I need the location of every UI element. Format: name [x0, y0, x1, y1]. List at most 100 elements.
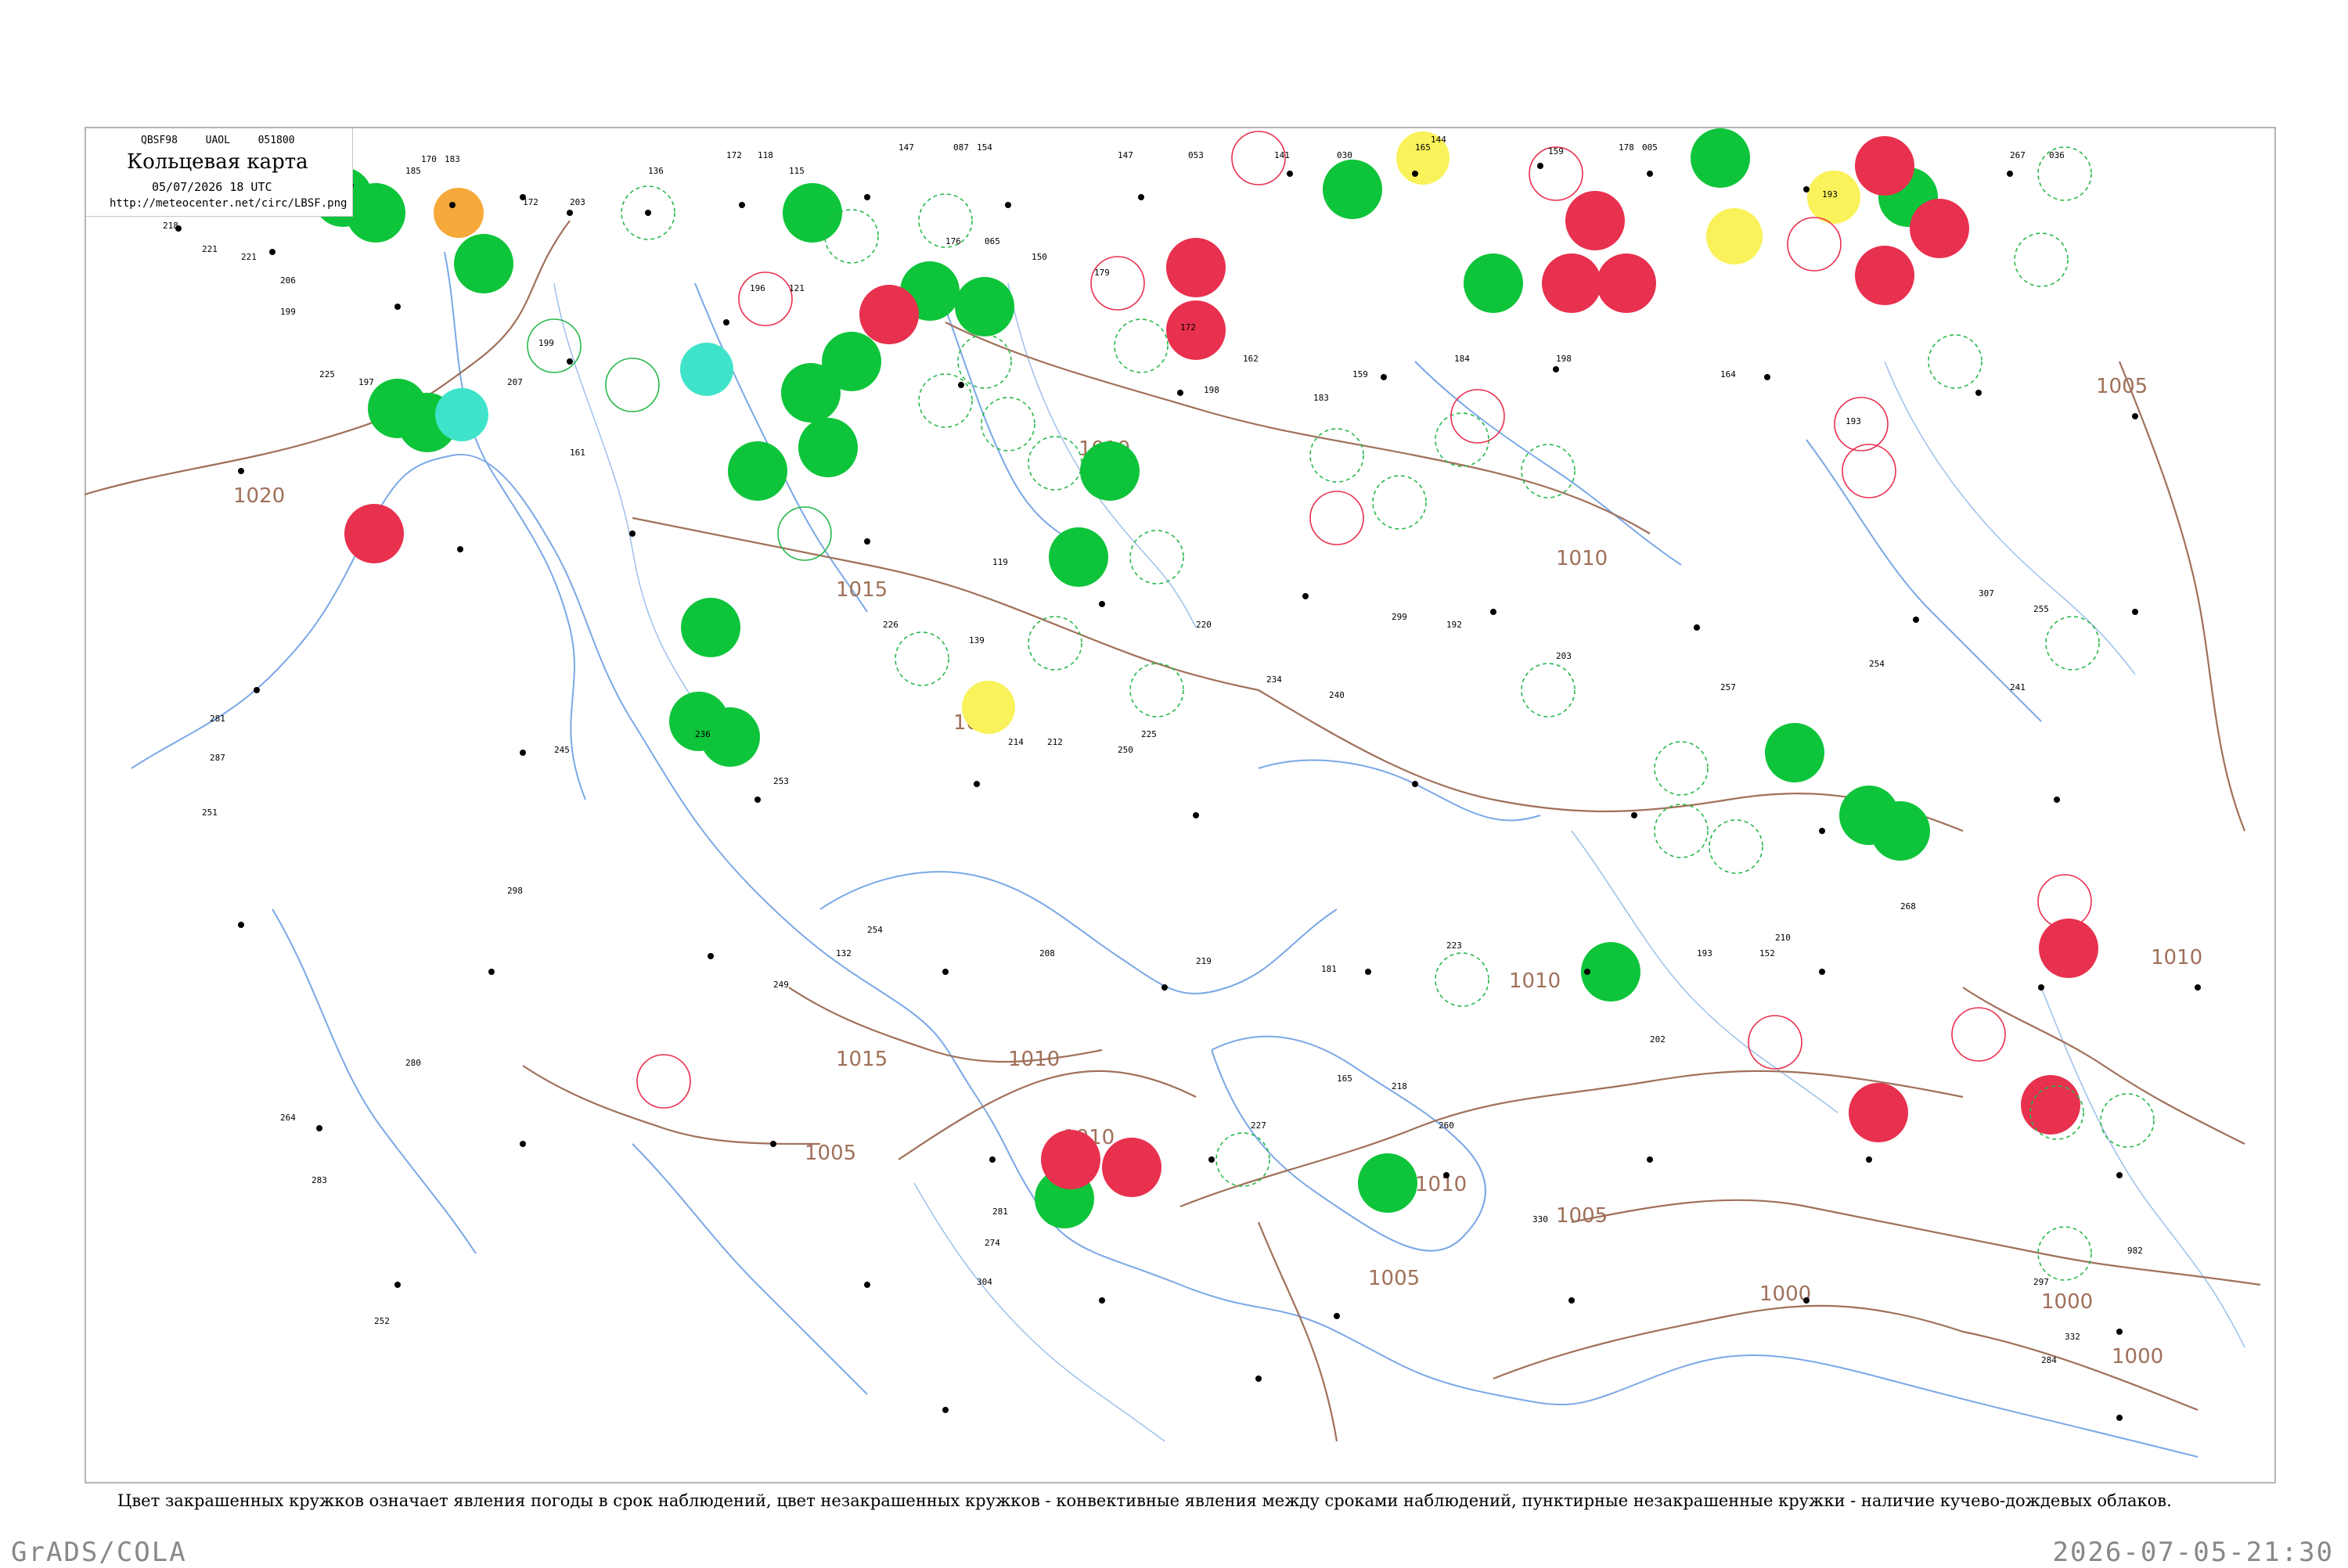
station-pressure-value: 154: [977, 142, 992, 153]
thunderstorm-circle: [681, 598, 740, 657]
isobar-label: 1005: [805, 1142, 856, 1165]
station-pressure-value: 150: [1032, 252, 1047, 262]
station-pressure-value: 206: [280, 275, 296, 286]
station-pressure-value: 203: [570, 197, 585, 207]
isobar-label: 1010: [1008, 1048, 1060, 1071]
snow-circle: [1706, 208, 1763, 264]
station-pressure-value: 236: [695, 729, 711, 739]
software-credit: GrADS/COLA: [11, 1537, 187, 1568]
station-pressure-value: 221: [202, 244, 218, 254]
station-pressure-value: 218: [1392, 1081, 1407, 1091]
isobar-label: 1015: [836, 1048, 888, 1071]
station-pressure-value: 250: [1118, 745, 1133, 755]
bulletin-header: QBSF98 UAOL 051800: [141, 135, 295, 146]
shower-circle: [1597, 254, 1656, 313]
station-pressure-value: 118: [758, 150, 773, 160]
station-pressure-value: 210: [1775, 933, 1791, 943]
station-pressure-value: 005: [1642, 142, 1658, 153]
station-pressure-value: 198: [1204, 385, 1219, 395]
thunderstorm-circle: [454, 234, 513, 293]
shower-circle: [1855, 136, 1914, 196]
station-pressure-value: 330: [1532, 1214, 1548, 1225]
filled-station-circles: [296, 128, 2098, 1228]
thunderstorm-circle: [346, 183, 405, 243]
station-pressure-value: 165: [1415, 142, 1431, 153]
station-pressure-value: 178: [1619, 142, 1634, 153]
station-pressure-value: 283: [312, 1175, 327, 1185]
haze-circle: [434, 188, 484, 238]
isobar-label: 1010: [1415, 1173, 1467, 1196]
station-pressure-value: 241: [2010, 682, 2026, 692]
source-url[interactable]: http://meteocenter.net/circ/LBSF.png: [110, 197, 347, 210]
isobar-label: 1010: [1509, 969, 1561, 993]
station-pressure-value: 136: [648, 166, 664, 176]
thunderstorm-circle: [1323, 160, 1382, 219]
thunderstorm-circle: [1358, 1153, 1417, 1213]
fog-circle: [680, 343, 733, 396]
station-pressure-value: 065: [985, 236, 1000, 246]
shower-circle: [859, 285, 919, 344]
station-pressure-value: 219: [1196, 956, 1212, 966]
station-pressure-value: 264: [280, 1113, 296, 1123]
station-pressure-value: 121: [789, 283, 805, 293]
weather-map[interactable]: 1020 1015 1010 1005 1000 1015 1010 1010 …: [85, 127, 2276, 1483]
station-pressure-value: 147: [1118, 150, 1133, 160]
station-pressure-value: 281: [992, 1207, 1008, 1217]
station-pressure-value: 119: [992, 557, 1008, 567]
shower-circle: [1849, 1083, 1908, 1142]
station-pressure-value: 280: [405, 1058, 421, 1068]
isobar-label: 1000: [2112, 1345, 2163, 1368]
shower-circle: [1910, 199, 1969, 258]
station-pressure-value: 196: [750, 283, 765, 293]
thunderstorm-circle: [1080, 441, 1140, 501]
isobar-label: 1000: [1759, 1282, 1811, 1306]
station-pressure-value: 252: [374, 1316, 390, 1326]
legend-caption: Цвет закрашенных кружков означает явлени…: [117, 1491, 2172, 1510]
isobar-label: 1000: [2041, 1290, 2093, 1314]
station-pressure-value: 152: [1759, 948, 1775, 958]
station-pressure-value: 197: [358, 377, 374, 387]
station-pressure-value: 159: [1548, 146, 1564, 156]
shower-circle: [1565, 191, 1625, 250]
shower-circle: [1166, 300, 1226, 360]
station-pressure-value: 183: [445, 154, 460, 164]
station-pressure-value: 185: [405, 166, 421, 176]
station-pressure-value: 172: [1180, 322, 1196, 333]
shower-circle: [344, 504, 404, 563]
station-pressure-value: 144: [1431, 135, 1446, 145]
title-panel: QBSF98 UAOL 051800 Кольцевая карта 05/07…: [86, 128, 353, 217]
isobar-label: 1010: [2151, 946, 2202, 969]
station-pressure-value: 223: [1446, 940, 1462, 951]
station-pressure-value: 139: [969, 635, 985, 646]
shower-circle: [2021, 1075, 2080, 1135]
station-pressure-value: 203: [1556, 651, 1572, 661]
station-pressure-value: 053: [1188, 150, 1204, 160]
thunderstorm-circle: [1691, 128, 1750, 188]
isobar-label: 1005: [1556, 1204, 1608, 1228]
station-pressure-value: 172: [523, 197, 538, 207]
station-pressure-value: 251: [202, 807, 218, 818]
station-pressure-value: 253: [773, 776, 789, 786]
station-pressure-value: 199: [280, 307, 296, 317]
station-pressure-value: 254: [867, 925, 883, 935]
station-pressure-value: 281: [210, 714, 225, 724]
station-pressure-value: 184: [1454, 354, 1470, 364]
station-pressure-value: 249: [773, 980, 789, 990]
station-pressure-value: 304: [977, 1277, 992, 1287]
station-pressure-value: 255: [2033, 604, 2049, 614]
station-pressure-value: 165: [1337, 1074, 1352, 1084]
station-pressure-value: 287: [210, 753, 225, 763]
thunderstorm-circle: [1871, 801, 1930, 861]
station-pressure-value: 176: [945, 236, 961, 246]
station-pressure-value: 227: [1251, 1120, 1266, 1131]
station-pressure-value: 218: [163, 221, 178, 231]
station-pressure-value: 257: [1720, 682, 1736, 692]
station-pressure-value: 260: [1439, 1120, 1454, 1131]
station-pressure-value: 036: [2049, 150, 2065, 160]
station-pressure-value: 212: [1047, 737, 1063, 747]
station-pressure-value: 192: [1446, 620, 1462, 630]
station-pressure-value: 226: [883, 620, 899, 630]
station-pressure-value: 299: [1392, 612, 1407, 622]
map-title: Кольцевая карта: [127, 150, 308, 174]
station-pressure-value: 221: [241, 252, 257, 262]
